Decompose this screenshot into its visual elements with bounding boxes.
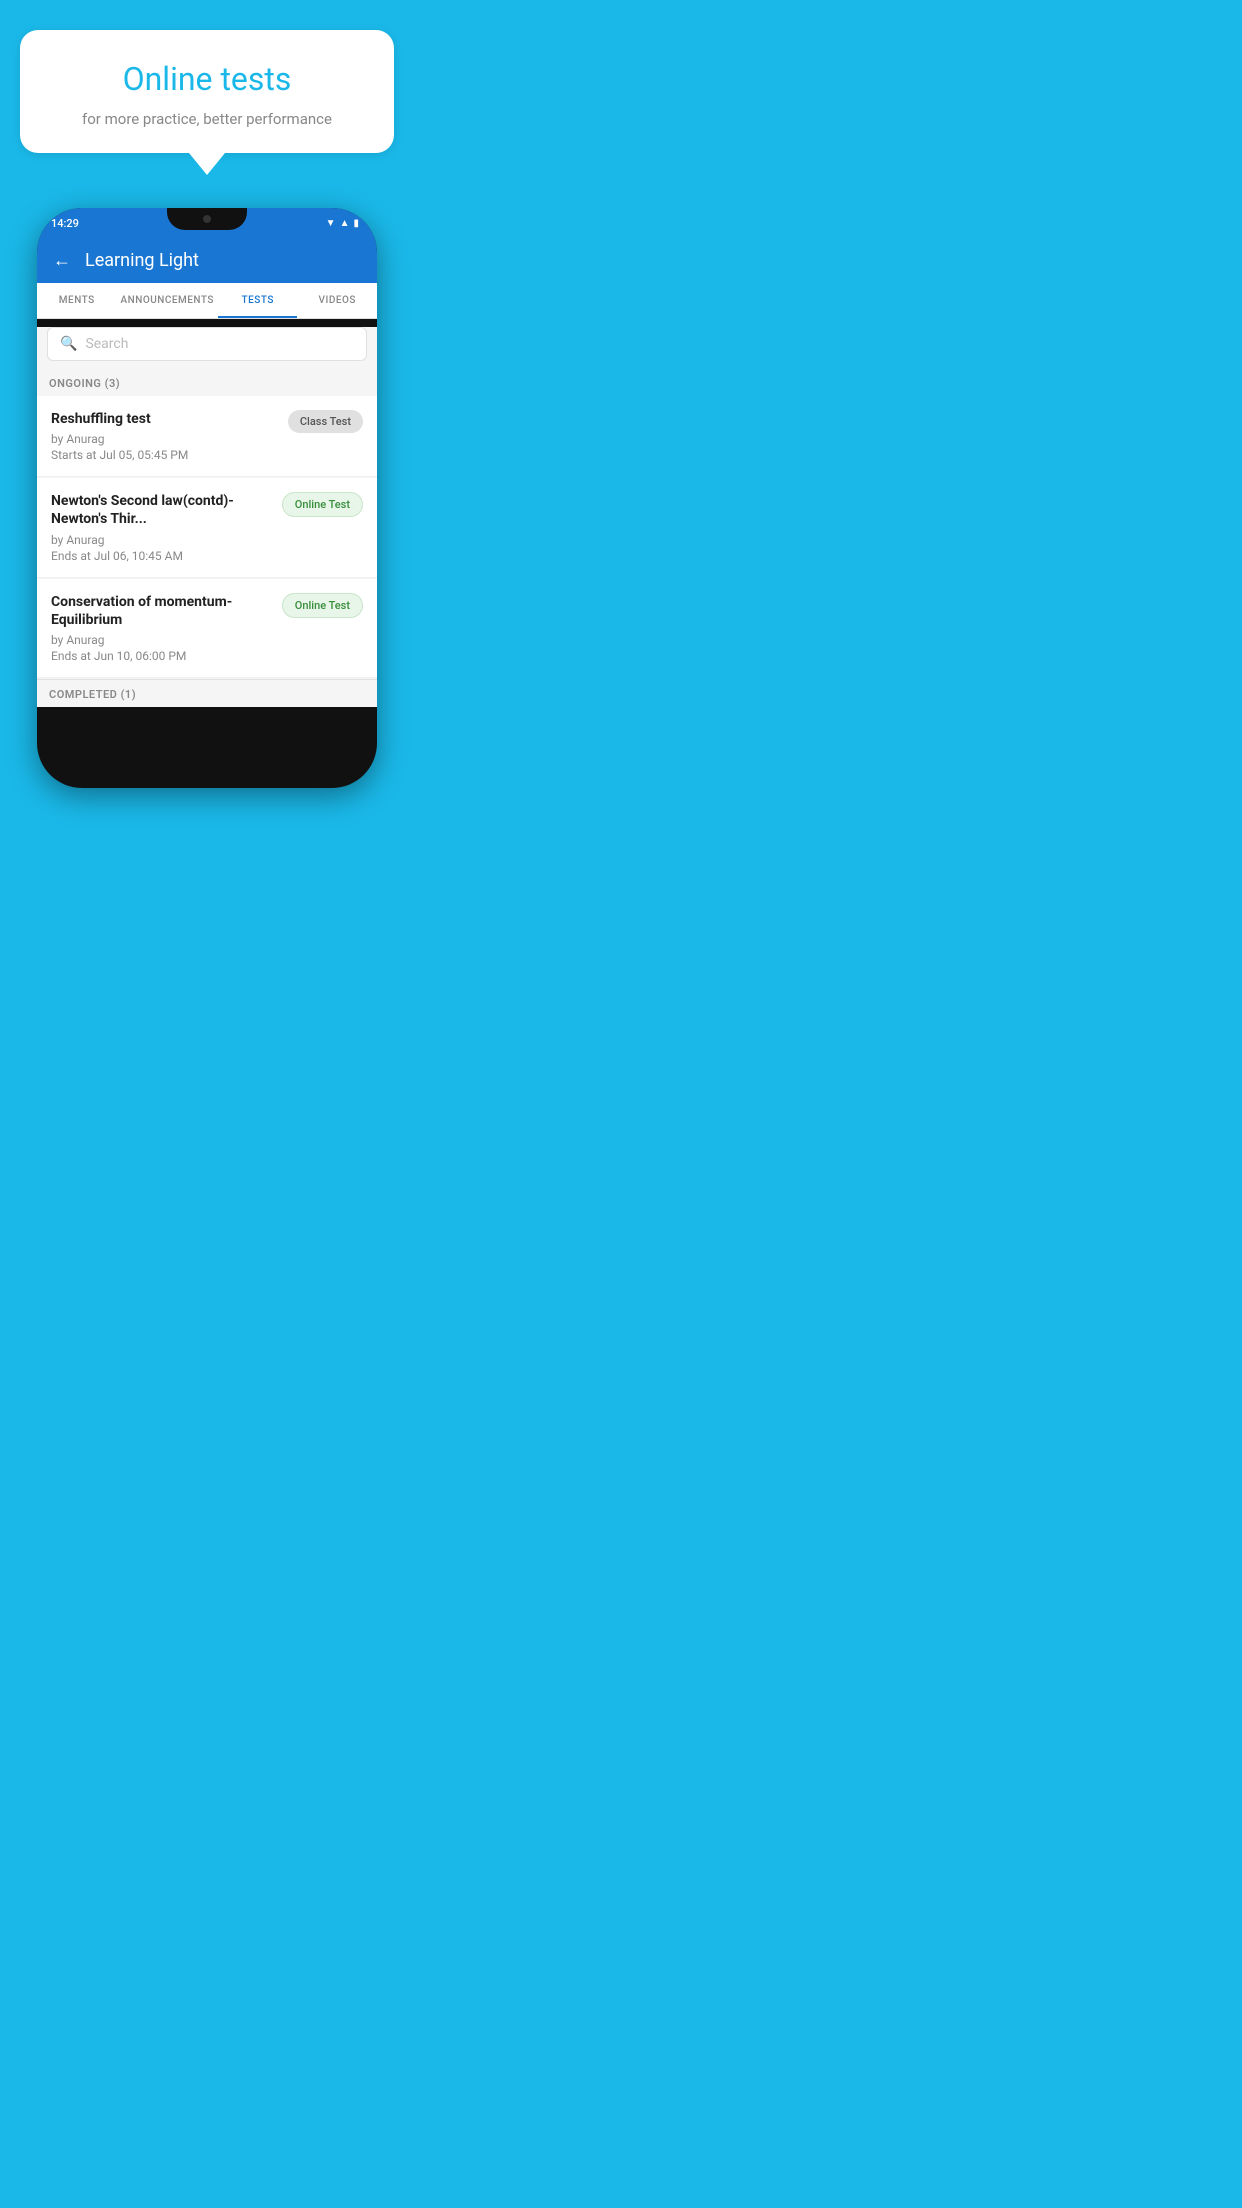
phone-notch	[167, 208, 247, 230]
tab-announcements[interactable]: ANNOUNCEMENTS	[117, 283, 218, 318]
search-icon: 🔍	[60, 336, 77, 352]
signal-icon: ▲	[340, 218, 350, 229]
test-item-reshuffling[interactable]: Reshuffling test by Anurag Starts at Jul…	[37, 396, 377, 477]
camera-dot	[203, 215, 211, 223]
phone-frame: 14:29 ▼ ▲ ▮ ← Learning Light MENTS ANNOU…	[37, 208, 377, 788]
status-bar: 14:29 ▼ ▲ ▮	[37, 208, 377, 238]
app-title: Learning Light	[85, 250, 199, 271]
badge-online-test: Online Test	[282, 492, 363, 517]
search-placeholder: Search	[85, 336, 128, 352]
test-item-left: Reshuffling test by Anurag Starts at Jul…	[51, 410, 288, 462]
test-name: Reshuffling test	[51, 410, 278, 428]
speech-bubble-wrapper: Online tests for more practice, better p…	[0, 0, 414, 153]
test-name: Conservation of momentum-Equilibrium	[51, 593, 272, 629]
test-by: by Anurag	[51, 533, 272, 547]
badge-class-test: Class Test	[288, 410, 363, 433]
app-header: ← Learning Light	[37, 238, 377, 283]
badge-online-test-2: Online Test	[282, 593, 363, 618]
test-item-left: Newton's Second law(contd)-Newton's Thir…	[51, 492, 282, 562]
tab-tests[interactable]: TESTS	[218, 283, 298, 318]
completed-section-header: COMPLETED (1)	[37, 679, 377, 707]
test-date: Ends at Jul 06, 10:45 AM	[51, 549, 272, 563]
content-area: 🔍 Search ONGOING (3) Reshuffling test by…	[37, 327, 377, 707]
test-by: by Anurag	[51, 633, 272, 647]
bubble-title: Online tests	[50, 60, 364, 98]
tabs-bar: MENTS ANNOUNCEMENTS TESTS VIDEOS	[37, 283, 377, 319]
status-icons: ▼ ▲ ▮	[326, 218, 359, 229]
tab-ments[interactable]: MENTS	[37, 283, 117, 318]
test-item-newtons[interactable]: Newton's Second law(contd)-Newton's Thir…	[37, 478, 377, 577]
tab-videos[interactable]: VIDEOS	[297, 283, 377, 318]
wifi-icon: ▼	[326, 218, 336, 229]
test-date: Starts at Jul 05, 05:45 PM	[51, 448, 278, 462]
speech-bubble: Online tests for more practice, better p…	[20, 30, 394, 153]
test-by: by Anurag	[51, 432, 278, 446]
test-item-left: Conservation of momentum-Equilibrium by …	[51, 593, 282, 663]
test-item-conservation[interactable]: Conservation of momentum-Equilibrium by …	[37, 579, 377, 678]
phone-wrapper: 14:29 ▼ ▲ ▮ ← Learning Light MENTS ANNOU…	[0, 208, 414, 788]
back-button[interactable]: ←	[53, 250, 71, 271]
search-bar[interactable]: 🔍 Search	[47, 327, 367, 361]
test-name: Newton's Second law(contd)-Newton's Thir…	[51, 492, 272, 528]
status-time: 14:29	[51, 217, 79, 230]
battery-icon: ▮	[353, 218, 359, 229]
test-date: Ends at Jun 10, 06:00 PM	[51, 649, 272, 663]
ongoing-section-header: ONGOING (3)	[37, 369, 377, 396]
bubble-subtitle: for more practice, better performance	[50, 110, 364, 128]
